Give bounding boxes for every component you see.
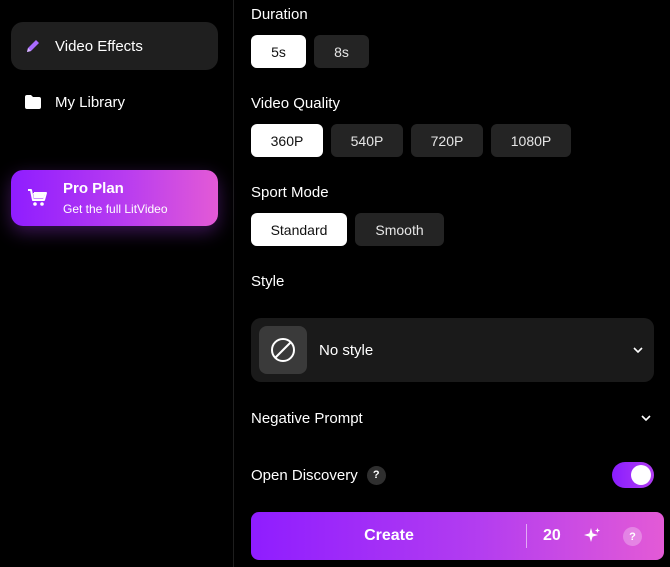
pencil-icon (23, 36, 43, 56)
sport-mode-label: Sport Mode (251, 184, 329, 201)
help-icon[interactable]: ? (623, 527, 642, 546)
style-select[interactable]: No style (251, 318, 654, 382)
sport-mode-options: Standard Smooth (251, 213, 444, 246)
sidebar: Video Effects My Library Pro Plan Get th… (0, 0, 234, 567)
pro-plan-text: Pro Plan Get the full LitVideo (63, 180, 168, 217)
open-discovery-toggle[interactable] (612, 462, 654, 488)
quality-option-1080p[interactable]: 1080P (491, 124, 571, 157)
pro-plan-subtitle: Get the full LitVideo (63, 201, 168, 216)
open-discovery-label: Open Discovery (251, 466, 358, 484)
open-discovery-row: Open Discovery ? (251, 458, 654, 492)
help-icon[interactable]: ? (366, 465, 386, 485)
toggle-knob (631, 465, 651, 485)
sparkle-icon (583, 527, 601, 545)
quality-option-540p[interactable]: 540P (331, 124, 403, 157)
cart-icon (27, 187, 49, 209)
create-label: Create (364, 527, 414, 544)
sport-mode-smooth[interactable]: Smooth (355, 213, 444, 246)
create-button[interactable]: Create 20 ? (251, 512, 664, 560)
no-style-icon (259, 326, 307, 374)
video-quality-options: 360P 540P 720P 1080P (251, 124, 571, 157)
app-root: Video Effects My Library Pro Plan Get th… (0, 0, 670, 567)
settings-panel: Duration 5s 8s Video Quality 360P 540P 7… (251, 0, 670, 567)
sport-mode-standard[interactable]: Standard (251, 213, 347, 246)
chevron-down-icon (632, 344, 644, 356)
pro-plan-title: Pro Plan (63, 179, 124, 197)
create-divider (526, 524, 527, 548)
sidebar-item-video-effects[interactable]: Video Effects (11, 22, 218, 70)
duration-option-5s[interactable]: 5s (251, 35, 306, 68)
quality-option-360p[interactable]: 360P (251, 124, 323, 157)
sidebar-item-my-library[interactable]: My Library (11, 78, 218, 126)
pro-plan-card[interactable]: Pro Plan Get the full LitVideo (11, 170, 218, 226)
duration-label: Duration (251, 6, 308, 23)
duration-options: 5s 8s (251, 35, 369, 68)
negative-prompt-label: Negative Prompt (251, 409, 363, 427)
video-quality-label: Video Quality (251, 95, 340, 112)
sidebar-item-label: Video Effects (55, 37, 143, 55)
negative-prompt-toggle[interactable]: Negative Prompt (251, 400, 654, 436)
duration-option-8s[interactable]: 8s (314, 35, 369, 68)
style-label: Style (251, 273, 285, 290)
sidebar-item-label: My Library (55, 93, 126, 111)
credits-count: 20 (543, 527, 561, 544)
style-value: No style (319, 341, 374, 359)
chevron-down-icon (640, 412, 652, 424)
folder-icon (23, 92, 43, 112)
quality-option-720p[interactable]: 720P (411, 124, 483, 157)
